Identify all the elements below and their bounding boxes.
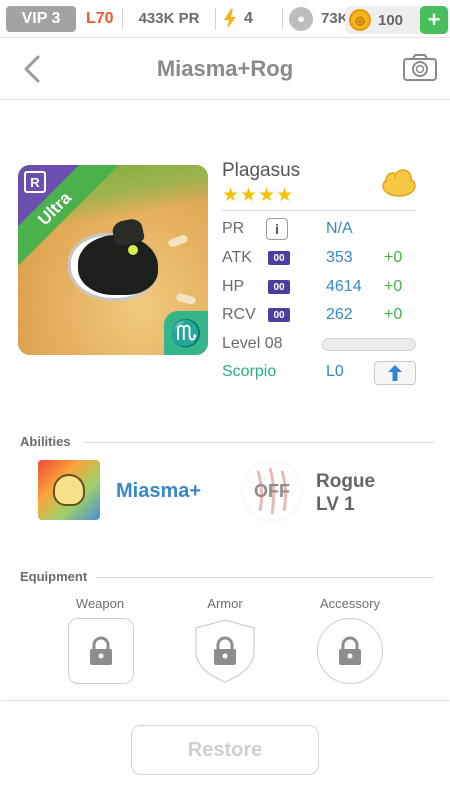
restore-button[interactable]: Restore bbox=[131, 725, 319, 775]
monster-eye bbox=[128, 245, 138, 255]
star-rating: ★★★★ bbox=[222, 185, 295, 206]
camera-icon[interactable] bbox=[402, 52, 438, 82]
energy-value: 4 bbox=[244, 9, 253, 27]
resource-bar: VIP 3 L70 433K PR 4 ● 73K ◎ 100 + bbox=[0, 0, 450, 38]
monster-info: Plagasus ★★★★ bbox=[222, 160, 422, 206]
cloud-icon[interactable] bbox=[380, 168, 418, 198]
hp-label: HP bbox=[222, 278, 245, 295]
primary-ability-name[interactable]: Miasma+ bbox=[116, 480, 201, 503]
stat-row-pr: PR i N/A bbox=[222, 218, 422, 240]
divider bbox=[122, 7, 123, 30]
rcv-label: RCV bbox=[222, 306, 256, 323]
level-label: Level 08 bbox=[222, 335, 283, 352]
player-level: L70 bbox=[86, 9, 114, 27]
atk-value: 353 bbox=[326, 249, 353, 266]
rank-badge: R bbox=[24, 171, 46, 193]
hp-bonus: +0 bbox=[384, 278, 403, 295]
weapon-label: Weapon bbox=[75, 596, 125, 611]
energy-counter[interactable]: 4 bbox=[222, 8, 276, 29]
coin-counter[interactable]: ◎ 100 + bbox=[345, 6, 449, 34]
armor-slot[interactable] bbox=[192, 618, 258, 684]
coin-icon: ◎ bbox=[349, 9, 371, 31]
abilities-divider bbox=[84, 442, 434, 443]
rcv-bonus: +0 bbox=[384, 306, 403, 323]
power-rating: 433K PR bbox=[138, 10, 200, 27]
monster-portrait[interactable]: Ultra R ♏ bbox=[18, 165, 208, 355]
zodiac-level: L0 bbox=[326, 363, 344, 380]
secondary-ability-name[interactable]: Rogue bbox=[316, 471, 375, 493]
equipment-divider bbox=[96, 577, 434, 578]
ability-off-label: OFF bbox=[254, 480, 290, 501]
divider bbox=[282, 7, 283, 30]
accessory-label: Accessory bbox=[320, 596, 380, 611]
lightning-icon bbox=[224, 8, 236, 29]
info-icon[interactable]: i bbox=[266, 218, 288, 240]
footer-bar: Restore bbox=[0, 700, 450, 800]
atk-bonus: +0 bbox=[384, 249, 403, 266]
stat-row-level: Level 08 bbox=[222, 333, 422, 355]
pr-value: N/A bbox=[326, 220, 353, 237]
skull-icon bbox=[53, 474, 85, 506]
lock-icon bbox=[214, 636, 236, 665]
zodiac-badge: ♏ bbox=[164, 311, 208, 355]
secondary-ability-icon[interactable]: OFF bbox=[240, 459, 304, 523]
divider bbox=[215, 7, 216, 30]
hp-value: 4614 bbox=[326, 278, 362, 295]
stat-row-atk: ATK 00 353 +0 bbox=[222, 247, 422, 269]
monster-detail-screen: VIP 3 L70 433K PR 4 ● 73K ◎ 100 + Miasma… bbox=[0, 0, 450, 800]
abilities-header: Abilities bbox=[20, 434, 71, 449]
primary-ability-icon[interactable] bbox=[38, 460, 100, 520]
atk-label: ATK bbox=[222, 249, 252, 266]
paw-icon: ● bbox=[289, 6, 313, 31]
lock-icon bbox=[339, 636, 361, 665]
page-title: Miasma+Rog bbox=[156, 56, 294, 81]
upgrade-arrow-icon bbox=[388, 365, 402, 381]
hp-chip: 00 bbox=[268, 280, 290, 294]
pr-label: PR bbox=[222, 220, 245, 237]
vip-badge[interactable]: VIP 3 bbox=[6, 5, 76, 32]
armor-label: Armor bbox=[207, 596, 243, 611]
rcv-chip: 00 bbox=[268, 308, 290, 322]
zodiac-name: Scorpio bbox=[222, 363, 277, 380]
stat-row-zodiac: Scorpio L0 bbox=[222, 361, 422, 385]
stat-row-rcv: RCV 00 262 +0 bbox=[222, 304, 422, 326]
nav-bar: Miasma+Rog bbox=[0, 38, 450, 100]
coin-value: 100 bbox=[378, 11, 404, 29]
lock-icon bbox=[90, 636, 112, 665]
zodiac-upgrade-button[interactable] bbox=[374, 361, 416, 385]
rcv-value: 262 bbox=[326, 306, 353, 323]
info-divider bbox=[222, 210, 416, 211]
secondary-ability-level: LV 1 bbox=[316, 494, 355, 515]
accessory-slot[interactable] bbox=[317, 618, 383, 684]
stat-row-hp: HP 00 4614 +0 bbox=[222, 276, 422, 298]
add-coins-button[interactable]: + bbox=[420, 6, 448, 34]
atk-chip: 00 bbox=[268, 251, 290, 265]
level-progress-bar bbox=[322, 338, 416, 351]
equipment-header: Equipment bbox=[20, 569, 88, 584]
weapon-slot[interactable] bbox=[68, 618, 134, 684]
